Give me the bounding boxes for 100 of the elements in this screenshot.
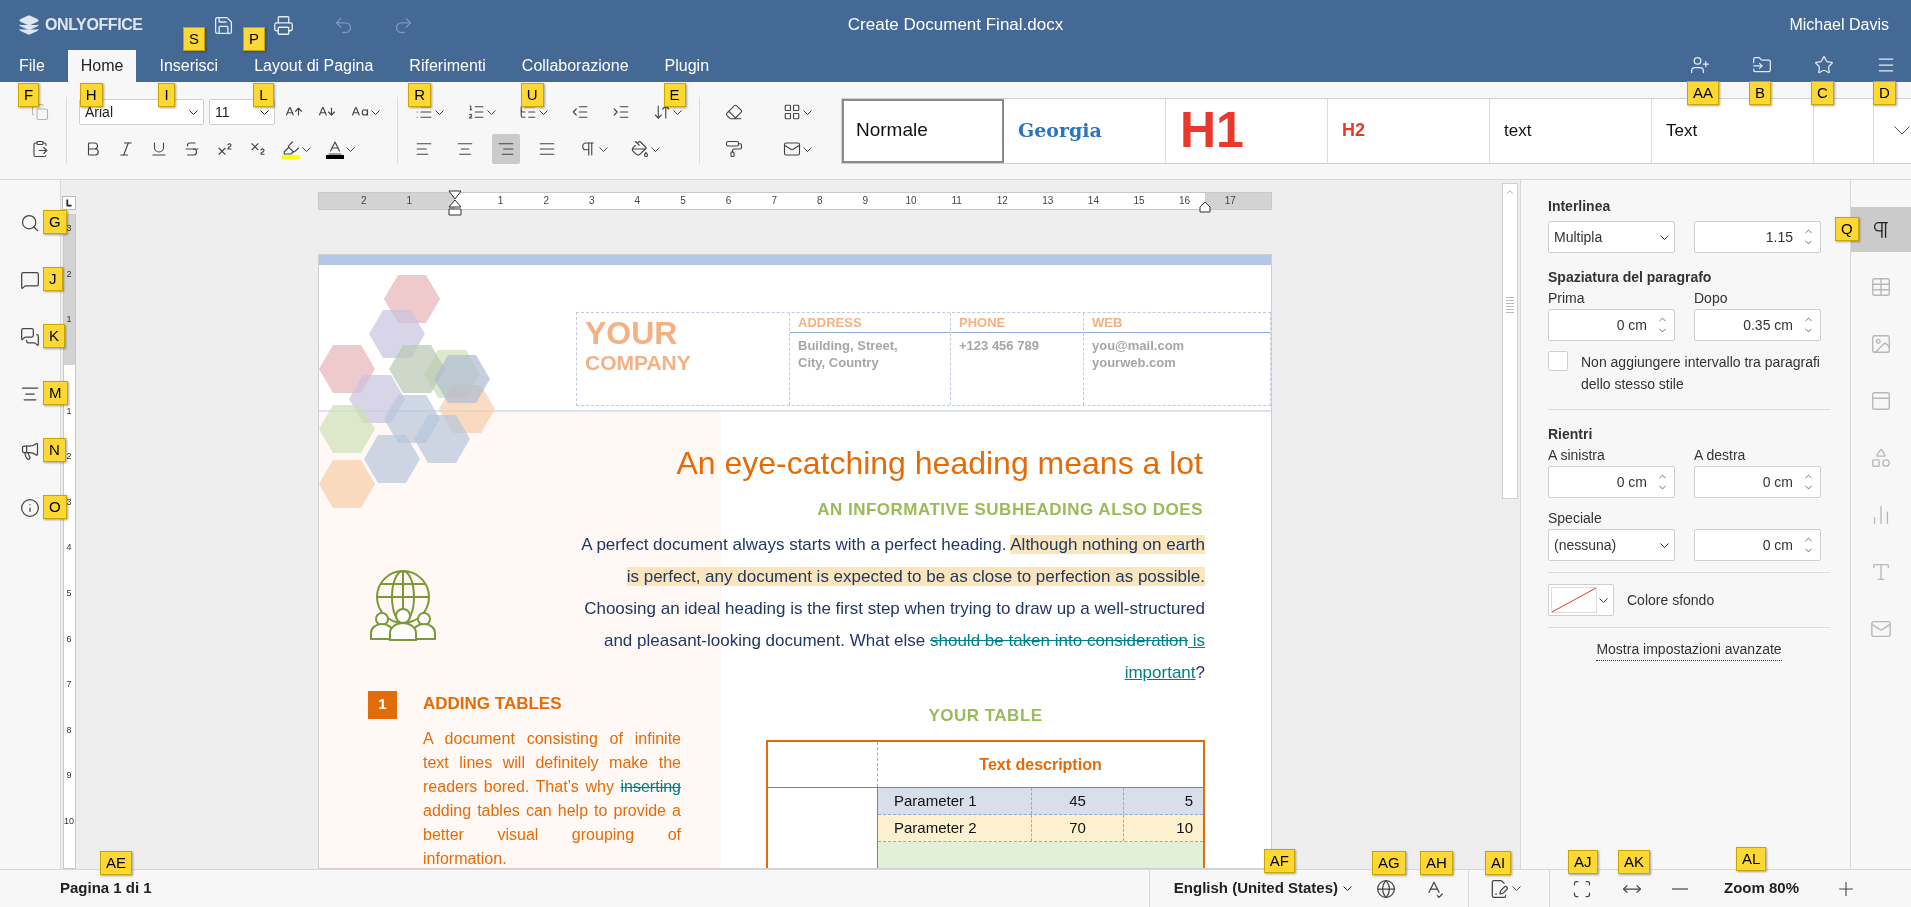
caret-icon <box>371 109 380 115</box>
ribbon-tab[interactable]: Inserisci <box>146 50 232 82</box>
star-icon <box>1814 55 1834 75</box>
dropdown-select[interactable]: Multipla <box>1548 221 1675 253</box>
field-label: A sinistra <box>1548 446 1606 465</box>
ruler-number: 10 <box>905 195 917 207</box>
ruler-number: 5 <box>680 195 686 207</box>
field-label: Prima <box>1548 289 1586 308</box>
style-preset[interactable]: Text <box>1652 98 1814 163</box>
style-preset[interactable]: H2 <box>1328 98 1490 163</box>
scrollbar[interactable] <box>1502 183 1518 499</box>
ruler-number: 7 <box>771 195 777 207</box>
right-indent-marker-icon[interactable] <box>1199 201 1211 213</box>
header-footer-icon <box>1870 389 1892 412</box>
align-center-icon <box>456 140 474 158</box>
chevron-down-icon <box>1894 126 1910 135</box>
style-preset[interactable]: Georgia <box>1004 98 1166 163</box>
number-field[interactable]: 1.15 <box>1694 221 1821 253</box>
language-select[interactable]: English (United States) <box>1173 877 1352 900</box>
ribbon-tab[interactable]: Layout di Pagina <box>241 50 387 82</box>
contact-text: yourweb.com <box>1091 354 1177 371</box>
advanced-settings-link[interactable]: Mostra impostazioni avanzate <box>1596 639 1782 661</box>
contact-label: ADDRESS <box>790 313 950 333</box>
table-title: YOUR TABLE <box>928 704 1043 727</box>
fit-page-icon <box>1572 878 1592 899</box>
checkbox[interactable] <box>1548 351 1568 371</box>
ruler-number: 9 <box>862 195 869 207</box>
globe-icon <box>1376 878 1396 899</box>
indent-marker-icon[interactable] <box>448 190 462 216</box>
number-field[interactable]: 0 cm <box>1548 309 1675 341</box>
document-subheading: AN INFORMATIVE SUBHEADING ALSO DOES <box>817 499 1203 521</box>
ribbon-tab[interactable]: Plugin <box>651 50 723 82</box>
user-name: Michael Davis <box>1789 15 1890 35</box>
caret-icon <box>487 109 496 115</box>
ribbon-tab[interactable]: Home <box>67 50 137 82</box>
ribbon-tab[interactable]: Collaborazione <box>508 50 642 82</box>
table-cell: Parameter 2 <box>878 815 1032 841</box>
section-paragraph: A document consisting of infinite text lines will definitely make the readers bored. That’s why inserting adding tables can help to provide a better visual grouping of information. <box>423 728 681 868</box>
about-button[interactable] <box>18 497 42 519</box>
superscript-icon <box>216 140 234 158</box>
align-left-icon <box>415 140 433 158</box>
comments-button[interactable] <box>18 269 42 291</box>
document-heading: An eye-catching heading means a lot <box>676 444 1203 483</box>
no-color-swatch-icon <box>1551 587 1597 613</box>
ruler-number: 12 <box>996 195 1008 207</box>
color-picker[interactable] <box>1548 584 1614 616</box>
style-preset[interactable]: text <box>1490 98 1652 163</box>
ruler-number: 8 <box>65 724 73 735</box>
caret-icon <box>346 146 355 152</box>
caret-icon <box>673 109 682 115</box>
company-name: COMPANY <box>585 351 692 375</box>
key-hint-tooltip: P <box>243 27 265 51</box>
ribbon-tab[interactable]: File <box>6 50 58 82</box>
font-size-select[interactable]: 11 <box>209 99 275 125</box>
key-hint-tooltip: C <box>1811 81 1834 105</box>
ruler-number: 2 <box>65 268 73 279</box>
contact-label: WEB <box>1084 313 1270 333</box>
ruler-number: 11 <box>951 195 962 207</box>
key-hint-tooltip: AG <box>1372 851 1406 875</box>
copy-icon <box>31 103 49 121</box>
ruler-number: 4 <box>65 542 73 553</box>
number-field[interactable]: 0 cm <box>1694 466 1821 498</box>
track-changes-icon <box>1489 878 1509 899</box>
dropdown-select[interactable]: (nessuna) <box>1548 529 1675 561</box>
key-hint-tooltip: K <box>43 324 65 348</box>
paragraph-settings-button[interactable] <box>1851 207 1911 252</box>
number-field[interactable]: 0 cm <box>1548 466 1675 498</box>
key-hint-tooltip: J <box>43 267 63 291</box>
ruler-number: 3 <box>65 223 73 234</box>
ruler-number: 13 <box>1042 195 1054 207</box>
ruler-number: 10 <box>63 816 75 826</box>
ribbon-tab[interactable]: Riferimenti <box>396 50 499 82</box>
caret-icon <box>1599 597 1608 603</box>
ruler-number: 7 <box>65 679 73 690</box>
ruler-number: 8 <box>817 195 823 207</box>
number-field[interactable]: 0 cm <box>1694 529 1821 561</box>
caret-icon <box>260 109 269 115</box>
key-hint-tooltip: AF <box>1263 849 1295 874</box>
caret-icon <box>803 109 812 115</box>
comment-icon <box>20 270 40 290</box>
key-hint-tooltip: M <box>43 381 68 405</box>
chat-button[interactable] <box>18 326 42 348</box>
font-select[interactable]: Arial <box>79 99 204 125</box>
style-preset[interactable]: H1 <box>1166 98 1328 163</box>
ruler-number: 2 <box>543 195 549 207</box>
tab-stop-icon <box>62 196 76 210</box>
intro-paragraph: A perfect document always starts with a perfect heading. Although nothing on earth is perfect, any document is expected to be as close to perfection as possible. Choosing an ideal heading is the first step when trying to draw up a well-structured and pleasant-looking document. What else should be taken into consideration is important? <box>580 533 1205 684</box>
number-field[interactable]: 0.35 cm <box>1694 309 1821 341</box>
ruler-number: 3 <box>589 195 595 207</box>
ruler-number: 14 <box>1087 195 1099 207</box>
caret-icon <box>1343 886 1352 891</box>
contact-text: Building, Street, <box>797 337 899 354</box>
caret-icon <box>435 109 444 115</box>
shape-icon <box>1870 446 1892 469</box>
align-right-button[interactable] <box>492 134 520 164</box>
italic-icon <box>117 140 135 158</box>
ruler-number: 3 <box>65 496 73 507</box>
style-preset[interactable]: Normale <box>842 98 1004 163</box>
line-spacing-icon <box>653 103 671 121</box>
image-icon <box>1870 332 1892 355</box>
